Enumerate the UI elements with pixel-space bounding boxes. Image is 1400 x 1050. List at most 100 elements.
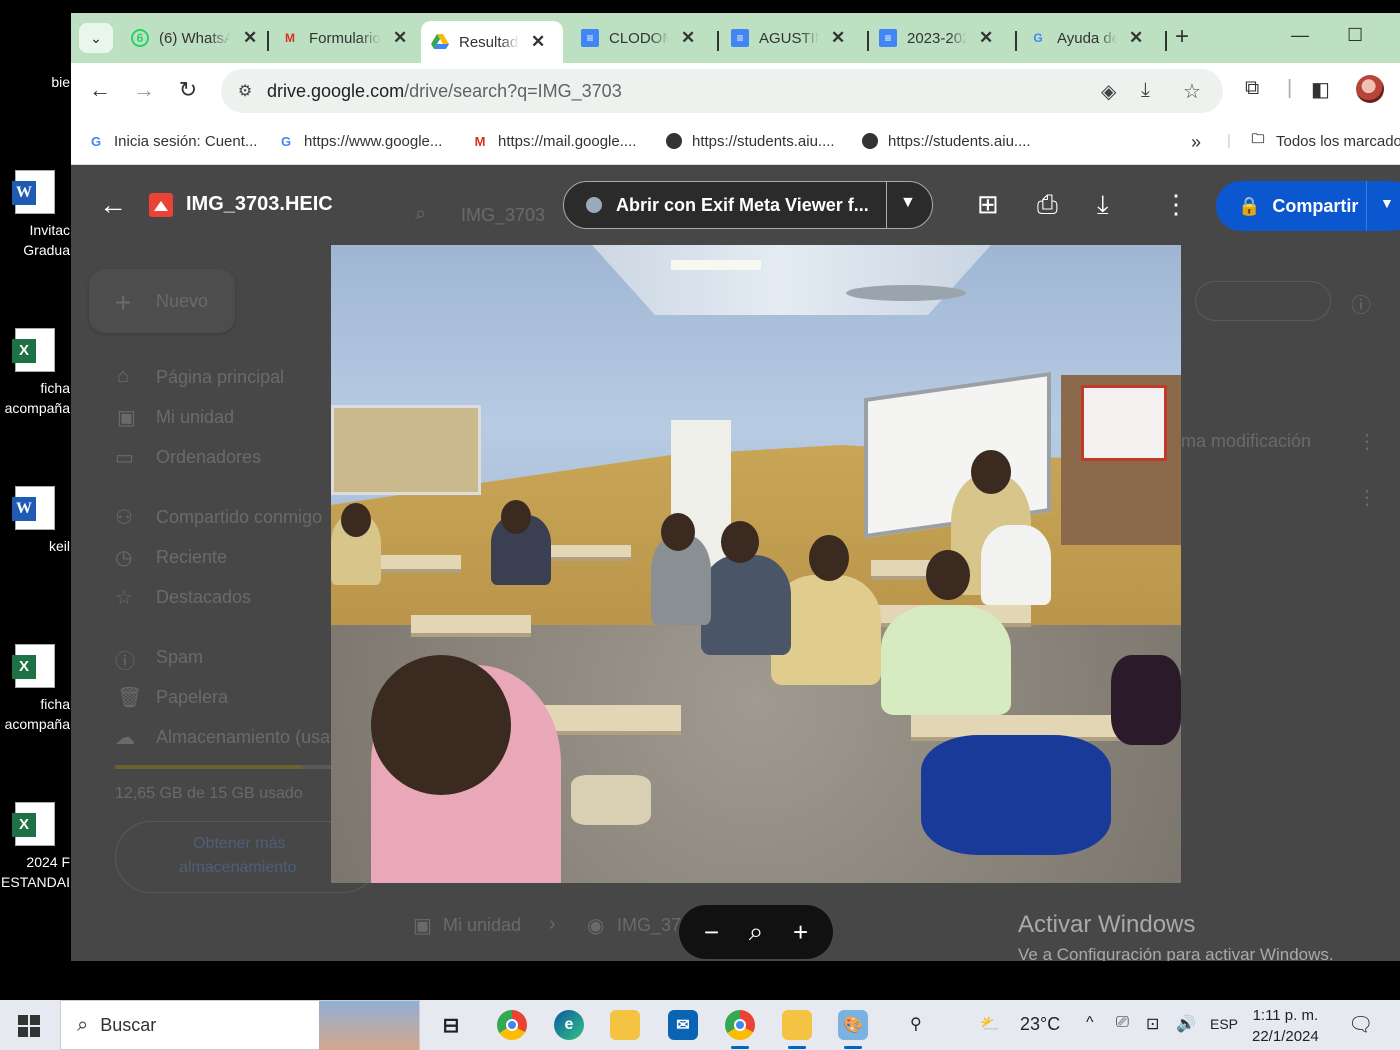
- desktop-icon-ficha-1[interactable]: ficha acompaña: [0, 328, 70, 418]
- last-modified-header: ma modificación: [1181, 431, 1312, 451]
- desktop-icon-keil[interactable]: keil: [0, 486, 70, 556]
- desktop-icon-bie[interactable]: bie: [0, 30, 315, 146]
- tab-ayuda[interactable]: G Ayuda de ✕: [1019, 21, 1153, 55]
- url-path: /drive/search?q=IMG_3703: [404, 80, 622, 101]
- chevron-up-icon[interactable]: ^: [1086, 1014, 1094, 1032]
- minimize-icon[interactable]: —: [1291, 25, 1309, 46]
- new-tab-button[interactable]: +: [1175, 23, 1189, 51]
- windows-start-icon[interactable]: [18, 1015, 40, 1037]
- zoom-out-button[interactable]: −: [704, 917, 719, 948]
- taskbar-search[interactable]: ⌕ Buscar: [60, 1000, 420, 1050]
- meet-icon[interactable]: ⎚: [1116, 1014, 1129, 1032]
- bookmark-item[interactable]: Mhttps://mail.google....: [471, 132, 637, 150]
- share-label: Compartir: [1272, 195, 1359, 216]
- drive-icon: ▣: [117, 407, 136, 429]
- desktop-icon-label: ESTANDAI: [1, 874, 70, 890]
- people-icon[interactable]: ⚲: [910, 1014, 922, 1034]
- desktop-icon-ficha-2[interactable]: ficha acompaña: [0, 644, 70, 734]
- image-file-icon: ◉: [587, 915, 605, 937]
- divider: [886, 182, 887, 228]
- lens-icon[interactable]: ◈: [1101, 79, 1116, 104]
- bookmark-item[interactable]: Ghttps://www.google...: [277, 132, 442, 150]
- zoom-in-button[interactable]: +: [793, 917, 808, 948]
- bookmarks-overflow-button[interactable]: »: [1191, 132, 1201, 153]
- extensions-icon[interactable]: ⧉: [1245, 77, 1259, 100]
- clock[interactable]: 1:11 p. m. 22/1/2024: [1252, 1005, 1319, 1047]
- all-bookmarks-button[interactable]: 🗀 Todos los marcadores: [1249, 131, 1400, 150]
- more-vert-icon: ⋮: [1357, 487, 1377, 509]
- shared-icon: ⚇: [115, 507, 133, 529]
- back-arrow-icon[interactable]: ←: [85, 77, 115, 103]
- folder-icon: 🗀: [1251, 131, 1265, 146]
- desktop-icon-2024[interactable]: 2024 F ESTANDAI: [0, 802, 70, 892]
- nav-item-recent: Reciente: [156, 547, 228, 567]
- mail-icon[interactable]: ✉: [668, 1010, 698, 1040]
- notifications-icon[interactable]: 🗨: [1348, 1012, 1373, 1037]
- tab-formulario[interactable]: M Formulario ✕: [271, 21, 417, 55]
- site-info-icon[interactable]: ⚙: [231, 77, 259, 105]
- bookmark-label: Todos los marcadores: [1276, 132, 1400, 150]
- activation-watermark-title: Activar Windows: [1018, 911, 1196, 938]
- globe-icon: [861, 132, 879, 150]
- task-view-icon[interactable]: ⊟: [436, 1010, 466, 1040]
- add-comment-icon[interactable]: ⊞: [977, 189, 999, 220]
- tab-2023-2024[interactable]: ≡ 2023-2024 ✕: [869, 21, 1003, 55]
- desktop-icon-invitacion[interactable]: Invitac Gradua: [0, 170, 70, 260]
- forward-arrow-icon[interactable]: →: [129, 77, 159, 103]
- tab-resultados[interactable]: Resultados ✕: [421, 21, 563, 63]
- print-icon[interactable]: ⎙: [1037, 189, 1058, 221]
- excel-document-icon: [12, 644, 55, 688]
- onedrive-folder-icon[interactable]: [782, 1010, 812, 1049]
- paint-icon[interactable]: 🎨: [838, 1010, 868, 1049]
- reload-icon[interactable]: ↻: [173, 77, 203, 103]
- close-icon[interactable]: ✕: [1129, 28, 1143, 48]
- dropdown-caret-icon[interactable]: ▼: [1380, 195, 1394, 211]
- more-vert-icon[interactable]: ⋮: [1163, 189, 1189, 220]
- close-icon[interactable]: ✕: [831, 28, 845, 48]
- zoom-icon[interactable]: ⌕: [749, 916, 764, 948]
- activation-watermark-text: Ve a Configuración para activar Windows.: [1018, 945, 1334, 961]
- install-app-icon[interactable]: ⤓: [1141, 79, 1150, 102]
- bookmarks-bar: G Inicia sesión: Cuent... Ghttps://www.go…: [71, 119, 1400, 165]
- bookmark-item[interactable]: https://students.aiu....: [665, 132, 835, 150]
- nav-item-my-drive: Mi unidad: [156, 407, 235, 427]
- side-panel-icon[interactable]: ◧: [1311, 77, 1330, 102]
- more-vert-icon: ⋮: [1357, 431, 1377, 453]
- weather-temp[interactable]: 23°C: [1020, 1014, 1060, 1035]
- edge-icon[interactable]: e: [554, 1010, 584, 1040]
- network-icon[interactable]: ⊡: [1146, 1014, 1159, 1034]
- close-icon[interactable]: ✕: [243, 28, 257, 48]
- open-with-button[interactable]: Abrir con Exif Meta Viewer f... ▼: [563, 181, 933, 229]
- chrome-icon[interactable]: [497, 1010, 527, 1040]
- dropdown-caret-icon[interactable]: ▼: [900, 194, 916, 212]
- close-icon[interactable]: ✕: [393, 28, 407, 48]
- tab-agustina[interactable]: ≡ AGUSTINA ✕: [721, 21, 855, 55]
- gmail-icon: M: [285, 31, 295, 45]
- star-icon[interactable]: ☆: [1183, 79, 1201, 104]
- chevron-right-icon: ›: [549, 913, 556, 935]
- maximize-icon[interactable]: ☐: [1347, 25, 1363, 46]
- tab-search-button[interactable]: ⌄: [79, 23, 113, 53]
- back-arrow-icon[interactable]: ←: [99, 189, 127, 221]
- breadcrumb: IMG_37: [617, 915, 682, 935]
- share-button[interactable]: 🔒 Compartir ▼: [1216, 181, 1400, 231]
- volume-icon[interactable]: 🔊: [1176, 1014, 1196, 1034]
- divider: |: [1227, 132, 1231, 149]
- tab-separator: [1165, 31, 1167, 51]
- chrome-profile-icon[interactable]: [725, 1010, 755, 1049]
- open-with-label: Abrir con Exif Meta Viewer f...: [616, 194, 869, 215]
- close-icon[interactable]: ✕: [531, 32, 545, 52]
- avatar[interactable]: [1356, 75, 1384, 103]
- bookmark-item[interactable]: G Inicia sesión: Cuent...: [87, 132, 257, 150]
- bookmark-item[interactable]: https://students.aiu....: [861, 132, 1031, 150]
- drive-icon: [431, 33, 449, 51]
- tab-whatsapp[interactable]: 6 (6) WhatsApp ✕: [121, 21, 267, 55]
- close-icon[interactable]: ✕: [681, 28, 695, 48]
- weather-icon[interactable]: ⛅: [980, 1014, 1000, 1034]
- tab-clodomiro[interactable]: ≡ CLODOMIRO ✕: [571, 21, 705, 55]
- file-explorer-icon[interactable]: [610, 1010, 640, 1040]
- address-bar[interactable]: ⚙ drive.google.com/drive/search?q=IMG_37…: [221, 69, 1223, 113]
- close-icon[interactable]: ✕: [979, 28, 993, 48]
- download-icon[interactable]: ⤓: [1097, 189, 1109, 221]
- language-indicator[interactable]: ESP: [1210, 1016, 1238, 1032]
